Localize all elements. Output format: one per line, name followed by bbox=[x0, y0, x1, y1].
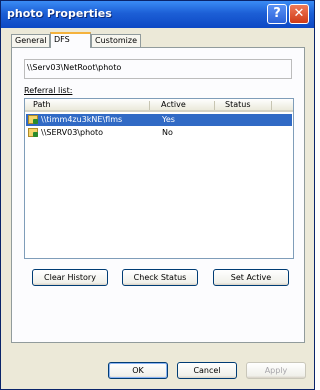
check-status-button[interactable]: Check Status bbox=[122, 269, 198, 286]
list-item[interactable]: \\SERV03\photo No bbox=[26, 127, 292, 139]
shared-folder-icon bbox=[28, 115, 38, 124]
tab-dfs[interactable]: DFS bbox=[50, 32, 91, 48]
column-separator[interactable] bbox=[214, 101, 215, 110]
row-path: \\timm4zu3kNE\flms bbox=[41, 115, 123, 124]
tab-general[interactable]: General bbox=[11, 34, 50, 47]
column-header-status[interactable]: Status bbox=[225, 100, 251, 109]
properties-dialog: photo Properties ? ✕ General DFS Customi… bbox=[0, 0, 315, 390]
column-header-path[interactable]: Path bbox=[33, 100, 51, 109]
list-header: Path Active Status bbox=[25, 99, 293, 112]
shared-folder-icon bbox=[28, 128, 38, 137]
row-active: Yes bbox=[162, 115, 175, 124]
referral-list-label: Referral list: bbox=[24, 86, 73, 95]
list-item[interactable]: \\timm4zu3kNE\flms Yes bbox=[26, 114, 292, 126]
row-path: \\SERV03\photo bbox=[41, 128, 104, 137]
cancel-button[interactable]: Cancel bbox=[177, 362, 237, 379]
set-active-button[interactable]: Set Active bbox=[213, 269, 289, 286]
close-button[interactable]: ✕ bbox=[289, 4, 309, 24]
clear-history-button[interactable]: Clear History bbox=[32, 269, 108, 286]
dfs-panel: \\Serv03\NetRoot\photo Referral list: Pa… bbox=[11, 47, 305, 343]
column-header-active[interactable]: Active bbox=[161, 100, 186, 109]
column-separator[interactable] bbox=[271, 101, 272, 110]
tab-customize[interactable]: Customize bbox=[91, 34, 141, 47]
row-active: No bbox=[162, 128, 173, 137]
dfs-path-field[interactable]: \\Serv03\NetRoot\photo bbox=[24, 59, 292, 79]
referral-list[interactable]: Path Active Status \\timm4zu3kNE\flms Ye… bbox=[24, 98, 294, 259]
window-title: photo Properties bbox=[7, 7, 112, 20]
help-button[interactable]: ? bbox=[267, 4, 287, 24]
ok-button[interactable]: OK bbox=[108, 362, 168, 379]
title-bar[interactable]: photo Properties ? ✕ bbox=[1, 1, 314, 28]
column-separator[interactable] bbox=[149, 101, 150, 110]
apply-button[interactable]: Apply bbox=[246, 362, 306, 379]
